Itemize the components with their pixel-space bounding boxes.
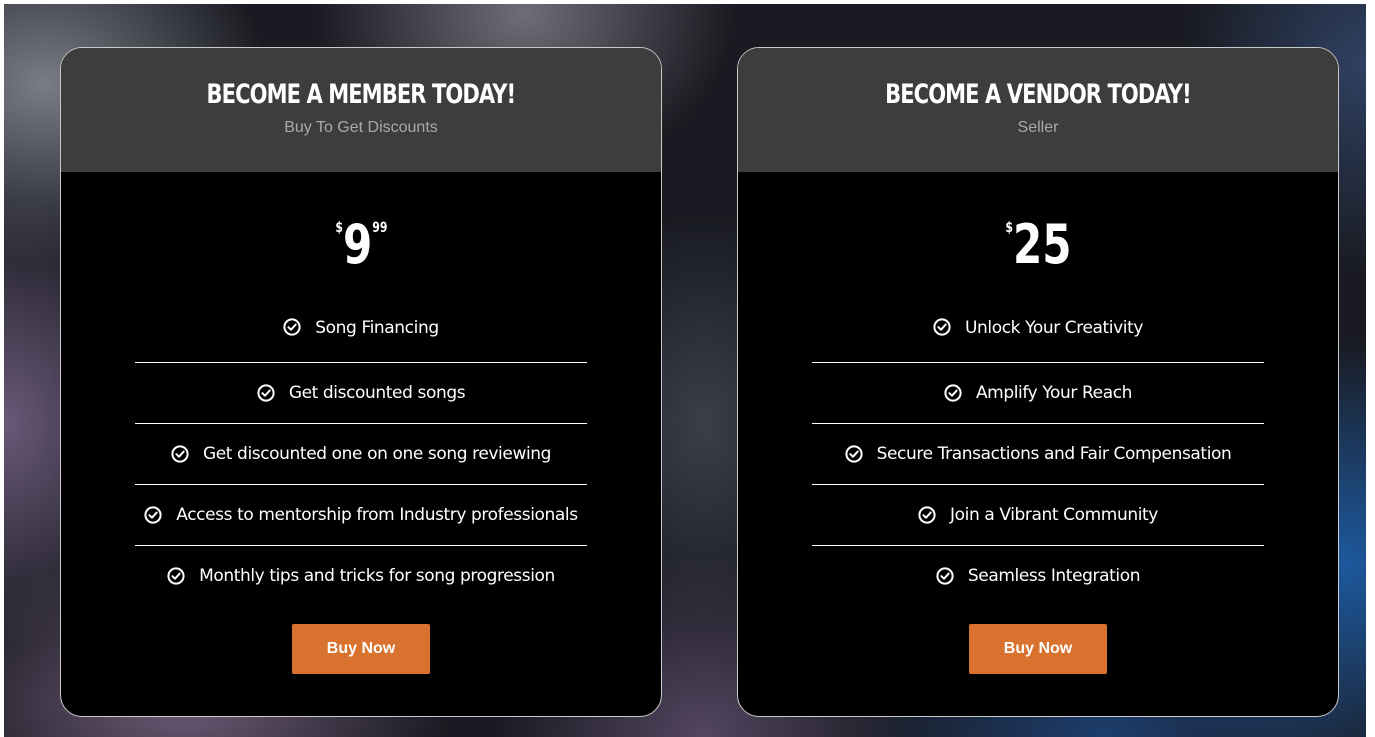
feature-label: Join a Vibrant Community xyxy=(950,505,1158,525)
pricing-section: BECOME A MEMBER TODAY! Buy To Get Discou… xyxy=(4,4,1366,737)
vendor-card-title: BECOME A VENDOR TODAY! xyxy=(885,79,1192,110)
feature-item: Song Financing xyxy=(135,310,587,362)
feature-item: Monthly tips and tricks for song progres… xyxy=(135,545,587,606)
feature-item: Unlock Your Creativity xyxy=(812,310,1264,362)
price-currency: $ xyxy=(1004,220,1013,236)
check-circle-icon xyxy=(936,567,954,585)
feature-label: Amplify Your Reach xyxy=(975,383,1133,403)
vendor-card-subtitle: Seller xyxy=(1017,119,1059,136)
feature-item: Join a Vibrant Community xyxy=(812,484,1264,545)
check-circle-icon xyxy=(167,567,185,585)
member-card-header: BECOME A MEMBER TODAY! Buy To Get Discou… xyxy=(61,48,661,172)
vendor-buy-now-button[interactable]: Buy Now xyxy=(969,624,1107,674)
feature-item: Get discounted one on one song reviewing xyxy=(135,423,587,484)
feature-item: Seamless Integration xyxy=(812,545,1264,606)
price-amount: 9 xyxy=(342,213,372,276)
vendor-pricing-card: BECOME A VENDOR TODAY! Seller $25 Unlock… xyxy=(737,47,1339,717)
check-circle-icon xyxy=(944,384,962,402)
check-circle-icon xyxy=(918,506,936,524)
feature-label: Unlock Your Creativity xyxy=(964,318,1144,338)
feature-item: Secure Transactions and Fair Compensatio… xyxy=(812,423,1264,484)
check-circle-icon xyxy=(283,318,301,336)
feature-label: Secure Transactions and Fair Compensatio… xyxy=(876,444,1232,464)
member-pricing-card: BECOME A MEMBER TODAY! Buy To Get Discou… xyxy=(60,47,662,717)
feature-item: Get discounted songs xyxy=(135,362,587,423)
member-card-title: BECOME A MEMBER TODAY! xyxy=(206,79,517,110)
feature-label: Monthly tips and tricks for song progres… xyxy=(199,566,555,586)
member-feature-list: Song Financing Get discounted songs Get … xyxy=(61,310,661,606)
member-price: $999 xyxy=(61,216,661,282)
price-amount: 25 xyxy=(1012,213,1072,276)
price-currency: $ xyxy=(334,220,343,236)
check-circle-icon xyxy=(844,445,863,463)
feature-item: Amplify Your Reach xyxy=(812,362,1264,423)
feature-label: Access to mentorship from Industry profe… xyxy=(176,505,578,525)
check-circle-icon xyxy=(933,318,951,336)
check-circle-icon xyxy=(257,384,275,402)
member-button-wrap: Buy Now xyxy=(61,624,661,674)
check-circle-icon xyxy=(144,506,162,524)
check-circle-icon xyxy=(171,445,189,463)
member-card-subtitle: Buy To Get Discounts xyxy=(284,119,438,136)
vendor-price: $25 xyxy=(738,216,1338,282)
feature-label: Song Financing xyxy=(315,318,439,338)
feature-item: Access to mentorship from Industry profe… xyxy=(135,484,587,545)
feature-label: Get discounted songs xyxy=(288,383,466,403)
feature-label: Seamless Integration xyxy=(967,566,1141,586)
vendor-feature-list: Unlock Your Creativity Amplify Your Reac… xyxy=(738,310,1338,606)
price-cents: 99 xyxy=(371,220,388,236)
vendor-button-wrap: Buy Now xyxy=(738,624,1338,674)
member-buy-now-button[interactable]: Buy Now xyxy=(292,624,430,674)
feature-label: Get discounted one on one song reviewing xyxy=(202,444,552,464)
vendor-card-header: BECOME A VENDOR TODAY! Seller xyxy=(738,48,1338,172)
